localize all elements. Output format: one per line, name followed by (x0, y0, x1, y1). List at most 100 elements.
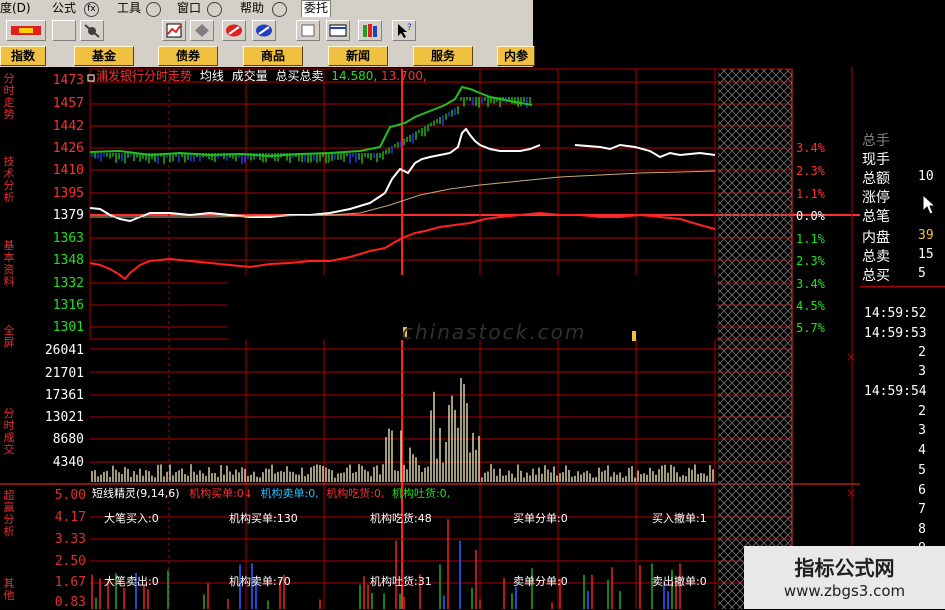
indicator-item-value: 0↓ (236, 487, 254, 500)
pct-axis-label: 5.7% (796, 321, 825, 335)
indicator-item-label: 机构吐货: (391, 487, 440, 500)
quote-label-current-volume: 现手 (862, 152, 890, 168)
price-axis-label: 1316 (52, 298, 84, 313)
indicator-name: 短线精灵 (92, 487, 136, 500)
quote-label-trades: 总笔 (862, 209, 890, 225)
svg-text:×: × (846, 486, 856, 500)
menu-item-help[interactable]: 帮助 (240, 0, 264, 17)
tools-icon (146, 2, 161, 17)
menu-item-formula[interactable]: 公式 (52, 0, 76, 17)
quote-label-limit-up: 涨停 (862, 190, 890, 206)
formula-icon: fx (84, 2, 99, 17)
volume-axis-label: 13021 (44, 410, 84, 425)
indicator-item-value: 0, (439, 487, 451, 500)
window-icon (207, 2, 222, 17)
stat-big-sell: 大笔卖出:0 (104, 575, 159, 588)
site-badge: 指标公式网 www.zbgs3.com (744, 546, 945, 609)
legend-avg: 均线 (199, 69, 224, 83)
help-icon (272, 2, 287, 17)
stat-inst-absorb: 机构吃货:48 (370, 512, 432, 525)
indicator-item-value: 0, (308, 487, 319, 500)
menu-item-data[interactable]: 度(D) (0, 0, 31, 17)
stat-big-buy: 大笔买入:0 (104, 512, 159, 525)
volume-axis-label: 21701 (44, 366, 84, 381)
mouse-cursor-icon (922, 194, 937, 215)
indicator-axis-label: 0.83 (54, 595, 86, 610)
indicator-axis-label: 2.50 (54, 554, 86, 569)
price-axis-label: 1473 (52, 73, 84, 88)
nav-service-button[interactable]: 服务 (413, 46, 473, 66)
pct-axis-label: 3.4% (796, 141, 825, 155)
toolbar: ? (0, 17, 533, 44)
tick-count: 8 (918, 522, 926, 537)
stat-buy-cancel: 买入撤单:1 (652, 512, 707, 525)
board-icon[interactable] (326, 20, 350, 41)
nav-commodity-button[interactable]: 商品 (243, 46, 303, 66)
quote-value-total-sell: 15 (918, 247, 934, 262)
pct-axis-label: 0.0% (796, 209, 825, 223)
quote-label-total-buy: 总买 (862, 268, 890, 284)
stat-sell-cancel: 卖出撤单:0 (652, 575, 707, 588)
quote-label-total-sell: 总卖 (862, 249, 890, 265)
nav-fund-button[interactable]: 基金 (74, 46, 134, 66)
nav-news-button[interactable]: 新闻 (328, 46, 388, 66)
price-axis-label: 1348 (52, 253, 84, 268)
note-icon[interactable] (296, 20, 320, 41)
pct-axis-label: 1.1% (796, 232, 825, 246)
indicator-axis-label: 5.00 (54, 488, 86, 503)
nav-index-button[interactable]: 指数 (0, 46, 46, 66)
pct-axis-label: 2.3% (796, 164, 825, 178)
price-axis-label: 1426 (52, 141, 84, 156)
menu-item-window[interactable]: 窗口 (177, 0, 201, 17)
quote-label-inner: 内盘 (862, 230, 890, 246)
tick-time: 14:59:52 (864, 306, 927, 321)
menu-bar: 度(D) 公式 工具 窗口 帮助 委托 fx (0, 0, 533, 19)
price-axis-label: 1332 (52, 276, 84, 291)
quote-value-total-buy: 5 (918, 266, 926, 281)
chart-icon[interactable] (162, 20, 186, 41)
satellite-icon[interactable] (80, 20, 104, 41)
future-time-hatch (718, 69, 792, 609)
volume-axis-label: 8680 (52, 432, 84, 447)
price-line-green (89, 85, 533, 158)
tick-count: 2 (918, 404, 926, 419)
price-axis-label: 1410 (52, 163, 84, 178)
indicator-bars (91, 519, 681, 609)
svg-text:?: ? (407, 23, 412, 33)
market-nav-bar: 指数 基金 债券 商品 新闻 服务 内参 (0, 43, 535, 67)
volume-axis-label: 26041 (44, 343, 84, 358)
pct-axis-label: 2.3% (796, 254, 825, 268)
stat-inst-sell: 机构卖单:70 (229, 575, 291, 588)
site-badge-url: www.zbgs3.com (783, 582, 906, 600)
indicator-item-label: 机构吃货: (326, 487, 374, 500)
tick-count: 3 (918, 423, 926, 438)
nav-insider-button[interactable]: 内参 (497, 46, 535, 66)
red-circle-icon[interactable] (222, 20, 246, 41)
tick-time: 14:59:54 (864, 384, 927, 399)
books-icon[interactable] (358, 20, 382, 41)
chart-header: 浦发银行分时走势 均线 成交量 总买总卖 14.580, 13.700, (96, 67, 427, 84)
site-badge-title: 指标公式网 (794, 556, 895, 580)
diamond-icon[interactable] (190, 20, 214, 41)
nav-bond-button[interactable]: 债券 (158, 46, 218, 66)
indicator-item-label: 机构买单: (189, 487, 237, 500)
flag-icon[interactable] (6, 20, 46, 41)
quote-value-amount: 10 (918, 169, 934, 184)
stat-inst-buy: 机构买单:130 (229, 512, 298, 525)
quote-label-total-volume: 总手 (862, 133, 890, 149)
indicator-axis-label: 1.67 (54, 575, 86, 590)
price-axis-label: 1457 (52, 96, 84, 111)
svg-text:×: × (846, 350, 856, 364)
legend-buysell: 总买总卖 (275, 69, 324, 83)
header-value-1: 14.580, (331, 69, 378, 83)
blue-circle-icon[interactable] (252, 20, 276, 41)
cursor-help-icon[interactable]: ? (392, 20, 416, 41)
blank-icon[interactable] (52, 20, 76, 41)
indicator-item-value: 0, (373, 487, 385, 500)
tick-count: 2 (918, 345, 926, 360)
pct-axis-label: 3.4% (796, 277, 825, 291)
tick-count: 4 (918, 443, 926, 458)
panel-divider (860, 286, 945, 287)
menu-item-tools[interactable]: 工具 (117, 0, 141, 17)
watermark-text: chinastock.com (402, 320, 587, 344)
